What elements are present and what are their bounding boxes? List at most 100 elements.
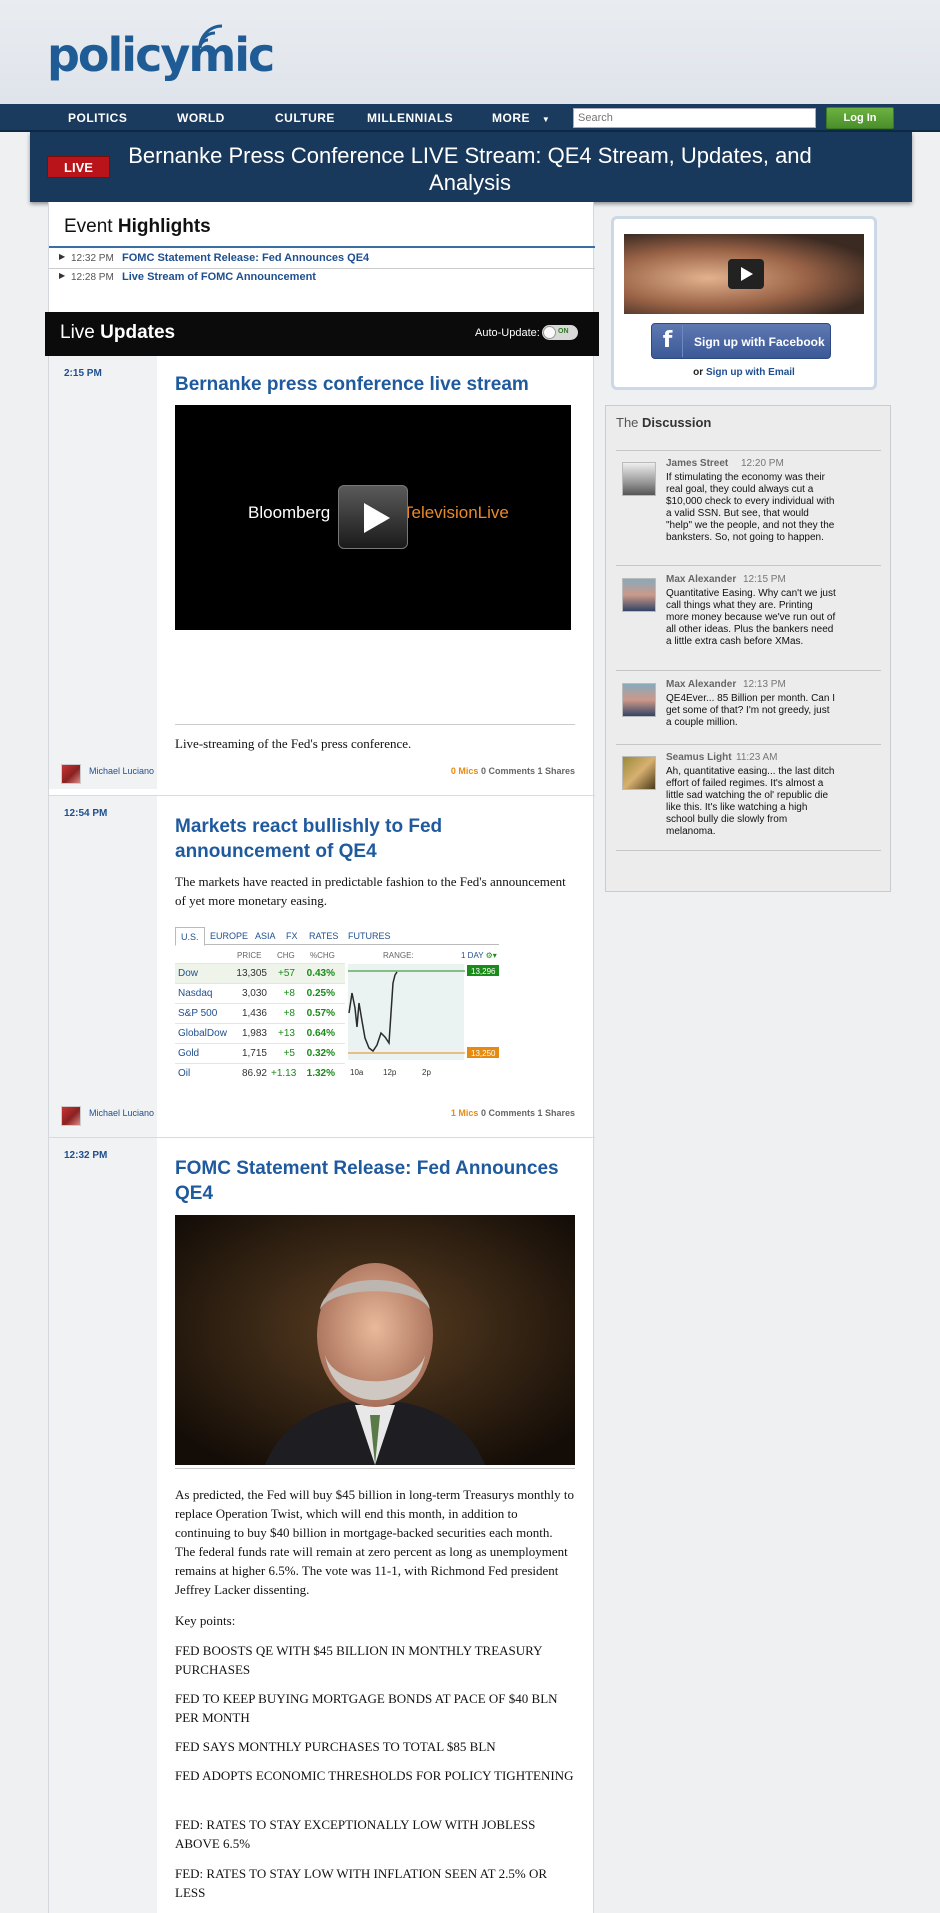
shares-count[interactable]: 1 Shares: [537, 1108, 575, 1118]
table-row[interactable]: GlobalDow 1,983 +13 0.64%: [175, 1023, 345, 1043]
author-avatar[interactable]: [61, 764, 81, 784]
nav-culture[interactable]: CULTURE: [275, 104, 335, 132]
signal-icon: [198, 24, 223, 49]
discussion-heading: The Discussion: [616, 415, 711, 430]
comment-author[interactable]: James Street: [666, 458, 728, 469]
comment-author[interactable]: Max Alexander: [666, 574, 736, 585]
row-pct: 0.43%: [306, 968, 335, 979]
divider: [49, 246, 595, 248]
key-point: FED: RATES TO STAY LOW WITH INFLATION SE…: [175, 1866, 548, 1900]
article-photo: [175, 1215, 575, 1465]
auto-update-toggle[interactable]: ON: [542, 325, 578, 340]
row-chg: +1.13: [271, 1068, 297, 1079]
table-row[interactable]: Dow 13,305 +57 0.43%: [175, 963, 345, 983]
range-select[interactable]: 1 DAY ⚙▾: [461, 951, 497, 960]
nav-world[interactable]: WORLD: [177, 104, 225, 132]
tab-futures[interactable]: FUTURES: [348, 931, 391, 941]
live-updates-bar: Live Updates Auto-Update: ON: [45, 312, 599, 356]
play-button[interactable]: [728, 259, 764, 289]
nav-millennials[interactable]: MILLENNIALS: [367, 104, 453, 132]
table-row[interactable]: Nasdaq 3,030 +8 0.25%: [175, 983, 345, 1003]
divider: [616, 744, 881, 745]
search-input[interactable]: [573, 108, 816, 128]
range-value: 1 DAY: [461, 951, 484, 960]
video-thumbnail[interactable]: [624, 234, 864, 314]
high-tag: 13,296: [471, 967, 496, 976]
row-price: 86.92: [241, 1068, 267, 1079]
toggle-state: ON: [558, 328, 569, 335]
facebook-signup-button[interactable]: f Sign up with Facebook: [651, 323, 831, 359]
avatar[interactable]: [622, 756, 656, 790]
row-name: GlobalDow: [178, 1028, 227, 1039]
nav-more[interactable]: MORE ▼: [492, 104, 550, 132]
facebook-icon: f: [653, 325, 683, 357]
email-signup-line: or Sign up with Email: [614, 367, 874, 378]
caret-down-icon: ▼: [541, 115, 551, 124]
x-tick: 12p: [383, 1068, 397, 1077]
entry-time: 2:15 PM: [64, 368, 102, 379]
market-widget: U.S. EUROPE ASIA FX RATES FUTURES PRICE …: [175, 927, 499, 1087]
discussion-heading-light: The: [616, 415, 643, 430]
row-chg: +8: [283, 988, 295, 999]
tab-rates[interactable]: RATES: [309, 931, 338, 941]
table-row[interactable]: S&P 500 1,436 +8 0.57%: [175, 1003, 345, 1023]
discussion-panel: The Discussion James Street 12:20 PM If …: [605, 405, 891, 892]
video-player[interactable]: Bloomberg TelevisionLive: [175, 405, 571, 630]
gear-icon: ⚙▾: [485, 951, 497, 960]
highlight-item[interactable]: ▶ 12:28 PM Live Stream of FOMC Announcem…: [49, 271, 595, 289]
entry-title[interactable]: FOMC Statement Release: Fed Announces QE…: [175, 1156, 575, 1206]
tab-asia[interactable]: ASIA: [255, 931, 276, 941]
site-logo[interactable]: policymic: [47, 28, 275, 82]
row-price: 1,983: [241, 1028, 267, 1039]
login-button[interactable]: Log In: [826, 107, 894, 129]
live-updates-heading: Live Updates: [60, 322, 175, 344]
row-name: Oil: [178, 1068, 191, 1079]
comment-text: QE4Ever... 85 Billion per month. Can I g…: [666, 693, 835, 728]
comment-text: Quantitative Easing. Why can't we just c…: [666, 588, 836, 647]
avatar[interactable]: [622, 462, 656, 496]
highlight-link[interactable]: Live Stream of FOMC Announcement: [122, 271, 316, 283]
comment-time: 12:15 PM: [743, 574, 786, 585]
key-point: FED ADOPTS ECONOMIC THRESHOLDS FOR POLIC…: [175, 1768, 574, 1783]
author-name[interactable]: Michael Luciano: [89, 766, 154, 776]
divider: [49, 268, 595, 269]
highlights-heading-bold: Highlights: [117, 216, 211, 237]
row-price: 3,030: [241, 988, 267, 999]
tab-us[interactable]: U.S.: [175, 927, 205, 946]
email-signup-link[interactable]: Sign up with Email: [706, 367, 795, 378]
divider: [616, 450, 881, 451]
avatar[interactable]: [622, 578, 656, 612]
col-price: PRICE: [237, 951, 262, 960]
author-name[interactable]: Michael Luciano: [89, 1108, 154, 1118]
comment-author[interactable]: Max Alexander: [666, 679, 736, 690]
site-header: policymic: [0, 0, 940, 104]
entry-title[interactable]: Bernanke press conference live stream: [175, 372, 575, 397]
mics-count[interactable]: 1 Mics: [451, 1108, 479, 1118]
mics-count[interactable]: 0 Mics: [451, 766, 479, 776]
low-tag: 13,250: [471, 1049, 496, 1058]
highlight-link[interactable]: FOMC Statement Release: Fed Announces QE…: [122, 252, 369, 264]
table-row[interactable]: Oil 86.92 +1.13 1.32%: [175, 1063, 345, 1083]
comment-author[interactable]: Seamus Light: [666, 752, 732, 763]
event-banner: LIVE Bernanke Press Conference LIVE Stre…: [30, 132, 912, 202]
avatar[interactable]: [622, 683, 656, 717]
tab-fx[interactable]: FX: [286, 931, 298, 941]
divider: [616, 565, 881, 566]
auto-update-label: Auto-Update:: [475, 327, 540, 339]
entry-title[interactable]: Markets react bullishly to Fed announcem…: [175, 814, 575, 864]
comments-count[interactable]: 0 Comments: [481, 766, 535, 776]
nav-politics[interactable]: POLITICS: [68, 104, 127, 132]
triangle-right-icon: ▶: [59, 271, 66, 280]
shares-count[interactable]: 1 Shares: [537, 766, 575, 776]
comment-text: Ah, quantitative easing... the last ditc…: [666, 766, 835, 837]
table-row[interactable]: Gold 1,715 +5 0.32%: [175, 1043, 345, 1063]
entry-stats: 1 Mics 0 Comments 1 Shares: [175, 1108, 575, 1118]
play-button[interactable]: [338, 485, 408, 549]
comments-count[interactable]: 0 Comments: [481, 1108, 535, 1118]
main-nav: POLITICS WORLD CULTURE MILLENNIALS MORE …: [0, 104, 940, 132]
tab-europe[interactable]: EUROPE: [210, 931, 248, 941]
play-icon: [364, 503, 390, 533]
author-avatar[interactable]: [61, 1106, 81, 1126]
comment-text: If stimulating the economy was their rea…: [666, 472, 835, 543]
x-tick: 2p: [422, 1068, 431, 1077]
